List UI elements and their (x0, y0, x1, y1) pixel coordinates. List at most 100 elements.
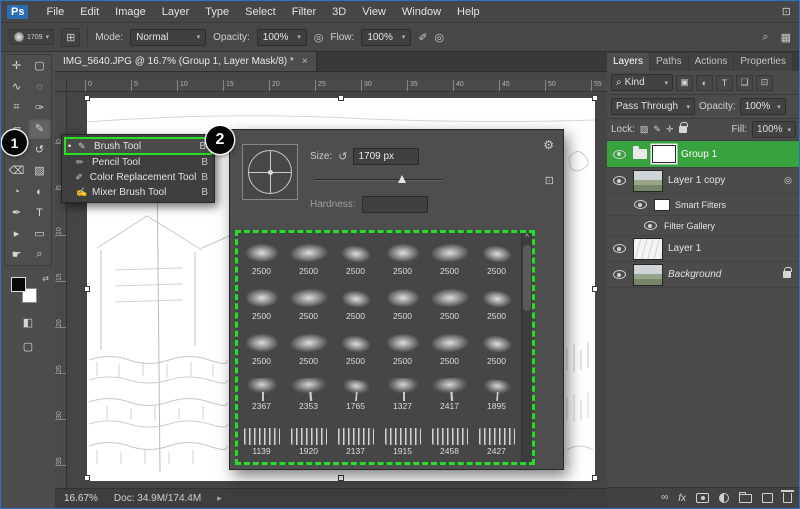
gear-icon[interactable]: ⚙ (543, 138, 554, 152)
new-preset-icon[interactable]: ⊡ (545, 174, 554, 187)
quick-mask-button[interactable]: ◧ (4, 312, 52, 333)
brush-preset[interactable]: 2427 (473, 413, 520, 458)
foreground-color[interactable] (11, 277, 26, 292)
brush-preset[interactable]: 2500 (426, 233, 473, 278)
brush-preset[interactable]: 2500 (285, 233, 332, 278)
fill-select[interactable]: 100% ▾ (752, 121, 796, 138)
visibility-eye-icon[interactable] (643, 221, 657, 230)
layer-row-smart-filters[interactable]: Smart Filters (607, 194, 799, 216)
brush-preset-chip[interactable]: 1709 ▾ (9, 29, 55, 45)
brush-preset[interactable]: 2500 (238, 278, 285, 323)
brush-preset[interactable]: 2417 (426, 368, 473, 413)
menu-window[interactable]: Window (394, 3, 449, 21)
flyout-pencil-tool[interactable]: ✏ Pencil Tool B (64, 155, 212, 170)
flow-select[interactable]: 100% ▾ (361, 28, 412, 46)
tool-path-select[interactable]: ▸ (5, 223, 28, 244)
tool-lasso[interactable]: ∿ (5, 76, 28, 97)
flyout-brush-tool[interactable]: • ✎ Brush Tool B (64, 137, 212, 155)
menu-filter[interactable]: Filter (284, 3, 324, 21)
visibility-eye-icon[interactable] (633, 200, 647, 209)
tool-brush[interactable]: ✎ (28, 118, 51, 139)
brush-preset[interactable]: 2500 (426, 278, 473, 323)
menu-layer[interactable]: Layer (154, 3, 198, 21)
size-slider[interactable] (314, 174, 442, 186)
brush-grid-scrollbar[interactable]: ˄ (521, 233, 532, 462)
tool-dodge[interactable]: ◐ (28, 181, 51, 202)
tool-shape[interactable]: ▭ (28, 223, 51, 244)
canvas-handle[interactable] (84, 95, 90, 101)
lock-transparency-icon[interactable]: ▨ (640, 124, 649, 135)
document-tab[interactable]: IMG_5640.JPG @ 16.7% (Group 1, Layer Mas… (55, 52, 317, 71)
tool-hand[interactable]: ☛ (5, 244, 28, 265)
brush-preset[interactable]: 2367 (238, 368, 285, 413)
opacity-select[interactable]: 100% ▾ (256, 28, 307, 46)
mode-select[interactable]: Normal ▾ (130, 28, 207, 46)
brush-preset[interactable]: 1920 (285, 413, 332, 458)
tab-properties[interactable]: Properties (734, 53, 792, 71)
menu-view[interactable]: View (354, 3, 394, 21)
brush-preset[interactable]: 1765 (332, 368, 379, 413)
canvas-handle[interactable] (84, 286, 90, 292)
reset-size-icon[interactable]: ↺ (338, 150, 347, 163)
tool-history-brush[interactable]: ↺ (28, 139, 51, 160)
close-icon[interactable]: × (302, 56, 308, 67)
flyout-mixer-brush-tool[interactable]: ✍ Mixer Brush Tool B (64, 185, 212, 200)
lock-image-icon[interactable]: ✎ (653, 124, 661, 135)
filter-pixel-layers-button[interactable]: ▣ (676, 74, 693, 91)
slider-thumb[interactable] (398, 175, 406, 183)
tool-eraser[interactable]: ⌫ (5, 160, 28, 181)
toggle-brush-panel-button[interactable]: ⊞ (61, 27, 81, 47)
menu-edit[interactable]: Edit (72, 3, 107, 21)
size-input[interactable]: 1709 px (353, 148, 420, 165)
airbrush-icon[interactable]: ✐ (418, 31, 427, 44)
tool-eyedropper[interactable]: ✑ (28, 97, 51, 118)
tool-gradient[interactable]: ▨ (28, 160, 51, 181)
menu-select[interactable]: Select (237, 3, 284, 21)
layer-row-background[interactable]: Background (607, 262, 799, 288)
scroll-up-icon[interactable]: ˄ (522, 233, 532, 240)
brush-preset[interactable]: 1327 (379, 368, 426, 413)
layer-effects-icon[interactable]: fx (678, 493, 686, 504)
layer-row-group-1[interactable]: Group 1 (607, 141, 799, 168)
brush-preset[interactable]: 2500 (238, 233, 285, 278)
visibility-eye-icon[interactable] (612, 176, 626, 185)
new-layer-icon[interactable] (762, 493, 773, 503)
kind-filter-select[interactable]: ⌕ Kind ▾ (611, 74, 673, 91)
tool-quick-select[interactable]: ◌ (28, 76, 51, 97)
new-group-icon[interactable] (739, 491, 752, 503)
brush-preset[interactable]: 2500 (379, 323, 426, 368)
screen-mode-button[interactable]: ▢ (4, 336, 52, 357)
brush-preset[interactable]: 2458 (426, 413, 473, 458)
brush-preset[interactable]: 2500 (473, 323, 520, 368)
brush-preset[interactable]: 2500 (379, 278, 426, 323)
delete-layer-icon[interactable] (781, 490, 794, 503)
scrollbar-thumb[interactable] (523, 245, 531, 311)
canvas-handle[interactable] (592, 475, 598, 481)
link-layers-icon[interactable]: ∞ (661, 493, 668, 503)
visibility-eye-icon[interactable] (612, 149, 626, 159)
menu-file[interactable]: File (38, 3, 72, 21)
pressure-size-icon[interactable]: ◎ (435, 31, 445, 44)
brush-preset[interactable]: 2500 (332, 323, 379, 368)
layer-thumbnail[interactable] (633, 237, 663, 260)
canvas-handle[interactable] (592, 286, 598, 292)
brush-preset[interactable]: 1139 (238, 413, 285, 458)
brush-preset[interactable]: 2500 (285, 278, 332, 323)
hardness-input[interactable] (361, 196, 428, 213)
tool-move[interactable]: ✛ (5, 55, 28, 76)
layer-row-layer-1[interactable]: Layer 1 (607, 236, 799, 262)
tool-pen[interactable]: ✒ (5, 202, 28, 223)
tool-marquee[interactable]: ▢ (28, 55, 51, 76)
layer-row-filter-gallery[interactable]: Filter Gallery (607, 216, 799, 236)
brush-preset[interactable]: 2500 (285, 323, 332, 368)
filter-type-layers-button[interactable]: T (716, 74, 733, 91)
layer-mask-thumbnail[interactable] (652, 145, 676, 163)
brush-preset[interactable]: 2500 (379, 233, 426, 278)
brush-preset[interactable]: 1915 (379, 413, 426, 458)
tool-zoom[interactable]: ⌕ (28, 244, 51, 265)
photoshop-logo[interactable]: Ps (7, 4, 29, 19)
lock-all-icon[interactable] (678, 122, 688, 133)
tab-paths[interactable]: Paths (650, 53, 688, 71)
menu-3d[interactable]: 3D (324, 3, 354, 21)
tool-blur[interactable]: ◔ (5, 181, 28, 202)
